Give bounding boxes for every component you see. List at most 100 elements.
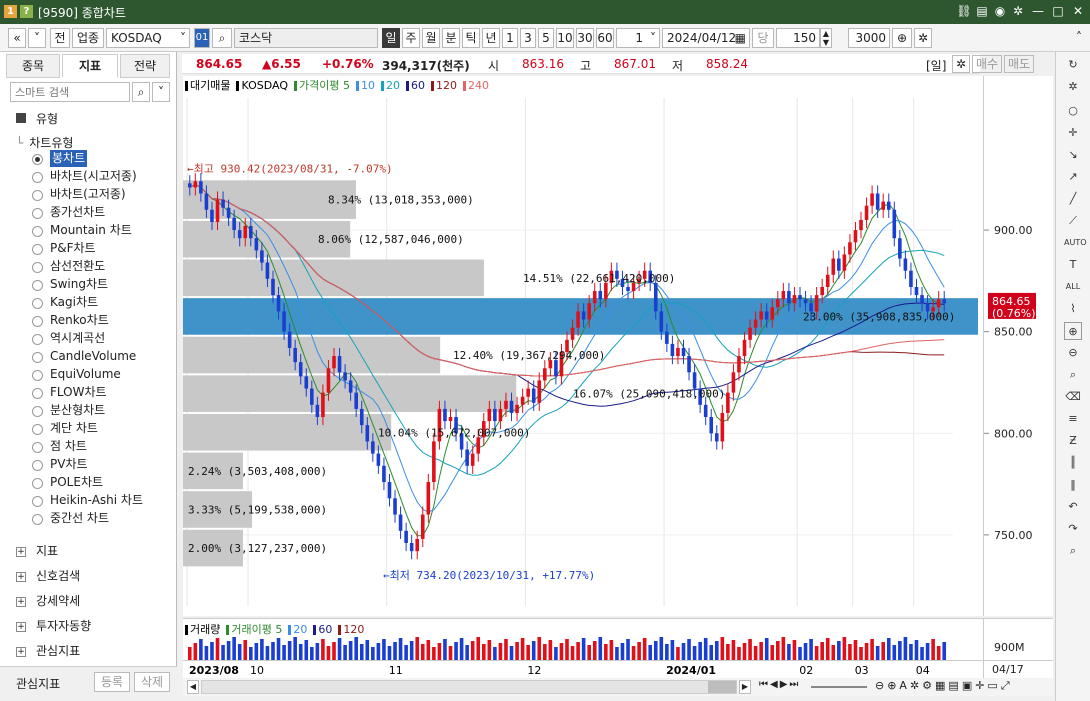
undo-icon[interactable]: ↶ xyxy=(1064,498,1082,516)
chart-type-radio[interactable] xyxy=(32,334,43,345)
chart-type-item[interactable]: EquiVolume xyxy=(50,366,121,383)
chart-type-radio[interactable] xyxy=(32,352,43,363)
brush-tool-icon[interactable]: ⌇ xyxy=(1064,300,1082,318)
chart-type-radio[interactable] xyxy=(32,514,43,525)
chart-type-radio[interactable] xyxy=(32,280,43,291)
chart-type-item[interactable]: 삼선전환도 xyxy=(50,258,105,275)
vertical-lines-icon[interactable]: ║ xyxy=(1064,454,1082,472)
auto-line-icon[interactable]: AUTO xyxy=(1064,234,1087,252)
chart-type-item[interactable]: CandleVolume xyxy=(50,348,136,365)
tab-strategy[interactable]: 전략 xyxy=(120,54,170,78)
all-tool-icon[interactable]: ALL xyxy=(1064,278,1082,296)
chart-type-item[interactable]: Kagi차트 xyxy=(50,294,98,311)
gear-icon[interactable]: ✲ xyxy=(914,28,932,48)
code-select[interactable]: KOSDAQ ˅ xyxy=(106,28,190,48)
section-item[interactable]: + 강세약세 xyxy=(16,592,80,610)
show-count-input[interactable]: 150 xyxy=(776,28,820,48)
spinner-icon[interactable]: ▲ ▼ xyxy=(820,28,832,48)
chart-type-item[interactable]: 중간선 차트 xyxy=(50,510,109,527)
chart-type-radio[interactable] xyxy=(32,244,43,255)
chart-type-radio[interactable] xyxy=(32,460,43,471)
chart-type-item[interactable]: Renko차트 xyxy=(50,312,109,329)
smart-search-input[interactable] xyxy=(10,82,130,102)
period-minute[interactable]: 분 xyxy=(442,28,460,48)
chart-type-radio[interactable] xyxy=(32,154,43,165)
period-month[interactable]: 월 xyxy=(422,28,440,48)
gear-icon[interactable]: ✲ xyxy=(952,55,970,73)
circle-icon[interactable]: ○ xyxy=(1064,102,1082,120)
chart-type-radio[interactable] xyxy=(32,442,43,453)
crosshair-icon[interactable]: ✛ xyxy=(1064,124,1082,142)
chart-type-radio[interactable] xyxy=(32,190,43,201)
save-icon[interactable]: ▤ xyxy=(974,3,990,19)
zoom-slider[interactable] xyxy=(811,686,867,688)
zoom-icon[interactable]: ⊕ xyxy=(892,28,912,48)
arrow-tool-icon[interactable]: ↘ xyxy=(1064,146,1082,164)
text-tool-icon[interactable]: T xyxy=(1064,256,1082,274)
section-item[interactable]: + 관심지표 xyxy=(16,642,80,660)
num-60[interactable]: 60 xyxy=(596,28,614,48)
chart-type-item[interactable]: Heikin-Ashi 차트 xyxy=(50,492,143,509)
gear-icon[interactable]: ✲ xyxy=(1010,3,1026,19)
minimize-icon[interactable]: — xyxy=(1030,3,1046,19)
chart-type-radio[interactable] xyxy=(32,316,43,327)
chart-type-radio[interactable] xyxy=(32,298,43,309)
close-icon[interactable]: ✕ xyxy=(1070,3,1086,19)
section-item[interactable]: + 지표 xyxy=(16,542,58,560)
chart-type-radio[interactable] xyxy=(32,226,43,237)
chevron-down-icon[interactable]: ˅ xyxy=(28,28,46,48)
period-week[interactable]: 주 xyxy=(402,28,420,48)
chart-type-item[interactable]: 분산형차트 xyxy=(50,402,105,419)
section-item[interactable]: + 투자자동향 xyxy=(16,617,91,635)
delete-button[interactable]: 삭제 xyxy=(134,672,170,692)
chart-type-radio[interactable] xyxy=(32,370,43,381)
stock-name-field[interactable]: 코스닥 xyxy=(234,28,378,48)
chart-type-item[interactable]: 점 차트 xyxy=(50,438,87,455)
tab-indicators[interactable]: 지표 xyxy=(62,54,118,78)
help-badge[interactable]: ? xyxy=(20,5,33,18)
chart-type-radio[interactable] xyxy=(32,208,43,219)
chart-type-radio[interactable] xyxy=(32,406,43,417)
subsection-chart-type[interactable]: └ 차트유형 xyxy=(16,134,73,151)
chart-type-item[interactable]: 바차트(고저종) xyxy=(50,186,126,203)
period-tick[interactable]: 틱 xyxy=(462,28,480,48)
date-field[interactable]: 2024/04/12 ▦ xyxy=(662,28,750,48)
chart-type-item[interactable]: 봉차트 xyxy=(50,150,88,167)
chart-type-radio[interactable] xyxy=(32,262,43,273)
scroll-left-icon[interactable]: ◀ xyxy=(187,680,199,694)
chart-type-radio[interactable] xyxy=(32,172,43,183)
num-1[interactable]: 1 xyxy=(502,28,518,48)
chart-type-item[interactable]: POLE차트 xyxy=(50,474,103,491)
expand-icon[interactable]: ˅ xyxy=(152,82,170,102)
scroll-thumb[interactable] xyxy=(708,681,736,693)
collapse-icon[interactable]: ˄ xyxy=(1072,28,1086,48)
count-select[interactable]: 1 ˅ xyxy=(616,28,660,48)
price-chart[interactable]: 8.34% (13,018,353,000) 8.06% (12,587,046,… xyxy=(183,76,983,616)
num-3[interactable]: 3 xyxy=(520,28,536,48)
erase-icon[interactable]: ⌫ xyxy=(1064,388,1082,406)
chart-type-item[interactable]: FLOW차트 xyxy=(50,384,107,401)
search-icon[interactable]: ⌕ xyxy=(132,82,150,102)
num-5[interactable]: 5 xyxy=(538,28,554,48)
chart-type-item[interactable]: Swing차트 xyxy=(50,276,108,293)
period-year[interactable]: 년 xyxy=(482,28,500,48)
chart-type-item[interactable]: P&F차트 xyxy=(50,240,96,257)
link-icon[interactable]: ⛓ xyxy=(956,3,972,19)
free-line-icon[interactable]: ⟋ xyxy=(1064,212,1082,230)
z-line-icon[interactable]: Ƶ xyxy=(1064,432,1082,450)
tab-stocks[interactable]: 종목 xyxy=(6,54,60,78)
chart-type-item[interactable]: 계단 차트 xyxy=(50,420,98,437)
camera-icon[interactable]: ◉ xyxy=(992,3,1008,19)
fibonacci-icon[interactable]: ≡ xyxy=(1064,410,1082,428)
all-button[interactable]: 전 xyxy=(50,28,70,48)
zoom-out-icon[interactable]: ⊖ xyxy=(1064,344,1082,362)
search-icon[interactable]: ⌕ xyxy=(1064,542,1082,560)
horizontal-scrollbar[interactable] xyxy=(201,680,737,694)
chart-type-item[interactable]: 바차트(시고저종) xyxy=(50,168,137,185)
zoom-tools-icon[interactable]: ⊖⊕A✲⚙▦▤▣✛▭⤢ xyxy=(875,679,1013,693)
buy-button[interactable]: 매수 xyxy=(972,55,1002,73)
code-number[interactable]: 01 xyxy=(194,28,210,48)
chart-type-item[interactable]: PV차트 xyxy=(50,456,88,473)
num-10[interactable]: 10 xyxy=(556,28,574,48)
upjong-button[interactable]: 업종 xyxy=(72,28,104,48)
